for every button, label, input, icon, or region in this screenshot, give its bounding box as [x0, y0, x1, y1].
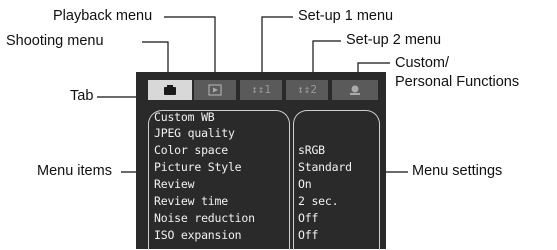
tab-playback-menu[interactable]	[194, 80, 236, 100]
camera-icon	[164, 85, 176, 95]
tab-setup1-number: 1	[264, 83, 271, 96]
play-icon	[208, 84, 222, 96]
setup1-menu-leader	[261, 16, 293, 80]
menu-setting-value: Standard	[298, 160, 352, 174]
menu-item[interactable]: Review time	[154, 194, 228, 208]
custom-functions-label-line1: Custom/	[395, 55, 449, 71]
menu-item[interactable]: JPEG quality	[154, 126, 235, 140]
menu-item[interactable]: ISO expansion	[154, 228, 242, 242]
tab-setup2-number: 2	[310, 83, 317, 96]
menu-setting-value: Off	[298, 211, 319, 225]
menu-item[interactable]: Picture Style	[154, 160, 242, 174]
tab-setup1-menu[interactable]: ↕↕1	[240, 80, 282, 100]
menu-items-label: Menu items	[37, 163, 112, 179]
menu-setting-value: sRGB	[298, 143, 325, 157]
tab-label: Tab	[70, 88, 94, 104]
tab-shooting-menu[interactable]	[148, 80, 192, 100]
setup1-menu-label: Set-up 1 menu	[298, 8, 394, 24]
menu-item[interactable]: Noise reduction	[154, 211, 255, 225]
menu-item[interactable]: Color space	[154, 143, 228, 157]
lcd-screen: ↕↕1 ↕↕2 Custom WB JPEG quality Color spa…	[136, 72, 386, 250]
custom-functions-label-line2: Personal Functions	[395, 74, 520, 90]
menu-settings-label: Menu settings	[412, 163, 503, 179]
tab-setup2-menu[interactable]: ↕↕2	[286, 80, 328, 100]
menu-setting-value: On	[298, 177, 312, 191]
setup-icon: ↕↕	[297, 83, 311, 96]
playback-menu-leader	[164, 16, 216, 80]
menu-item[interactable]: Review	[154, 177, 195, 191]
custom-icon	[350, 85, 360, 95]
shooting-menu-label: Shooting menu	[6, 33, 104, 49]
menu-item[interactable]: Custom WB	[154, 110, 215, 124]
playback-menu-label: Playback menu	[53, 8, 153, 24]
setup2-menu-label: Set-up 2 menu	[346, 32, 442, 48]
setup-icon: ↕↕	[251, 83, 265, 96]
menu-setting-value: 2 sec.	[298, 194, 339, 208]
tab-custom-functions[interactable]	[332, 80, 378, 100]
menu-setting-value: Off	[298, 228, 319, 242]
tab-bar: ↕↕1 ↕↕2	[148, 80, 380, 102]
